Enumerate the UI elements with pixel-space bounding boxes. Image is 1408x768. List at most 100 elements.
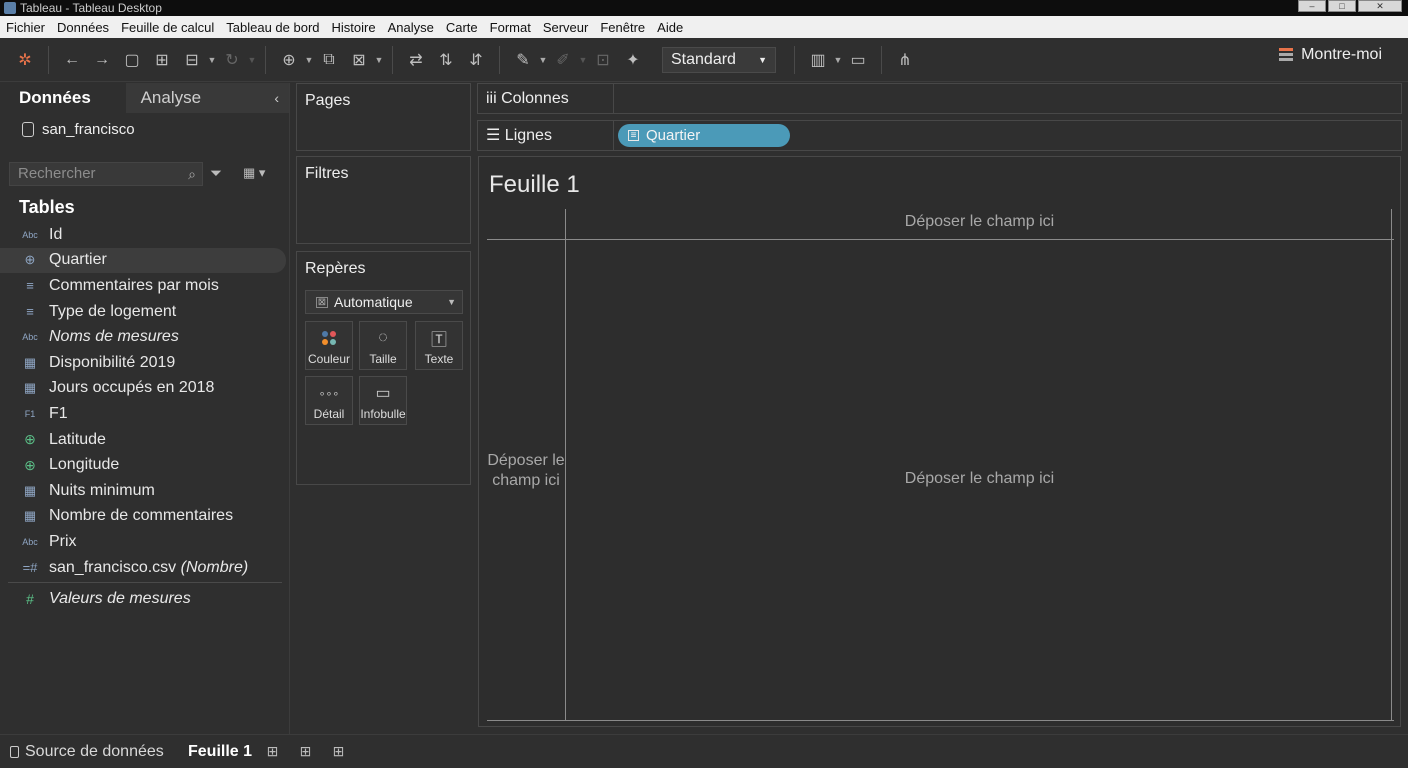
drop-zone-view[interactable]: Déposer le champ ici xyxy=(565,470,1394,488)
field-noms-de-mesures[interactable]: Abc Noms de mesures xyxy=(0,324,290,350)
field-longitude[interactable]: ⊕ Longitude xyxy=(0,452,290,478)
field-jours-occupes-2018[interactable]: ▦ Jours occupés en 2018 xyxy=(0,376,290,402)
field-commentaires-par-mois[interactable]: ≡ Commentaires par mois xyxy=(0,273,290,299)
menu-carte[interactable]: Carte xyxy=(440,20,484,35)
filter-icon[interactable]: ⏷ xyxy=(210,165,222,182)
swap-rows-columns-icon[interactable]: ⇄ xyxy=(401,45,431,75)
collapse-pane-icon[interactable]: ‹ xyxy=(274,83,279,113)
save-icon[interactable]: ▢ xyxy=(117,45,147,75)
table-icon: ▦ xyxy=(23,354,37,370)
menu-donnees[interactable]: Données xyxy=(51,20,115,35)
maximize-button[interactable]: □ xyxy=(1328,0,1356,12)
size-icon: ◌ xyxy=(378,329,388,346)
mark-type-select[interactable]: ⊠ Automatique ▼ xyxy=(305,290,463,314)
field-nuits-minimum[interactable]: ▦ Nuits minimum xyxy=(0,478,290,504)
show-me-button[interactable]: Montre-moi xyxy=(1279,46,1382,64)
tab-donnees[interactable]: Données xyxy=(0,83,126,113)
pages-card[interactable]: Pages xyxy=(296,83,471,151)
color-button[interactable]: Couleur xyxy=(305,321,353,370)
pages-title: Pages xyxy=(305,92,351,109)
field-type-de-logement[interactable]: ≡ Type de logement xyxy=(0,299,290,325)
new-story-icon[interactable]: ⊞ xyxy=(322,743,355,760)
menu-fichier[interactable]: Fichier xyxy=(0,20,51,35)
field-label: Nuits minimum xyxy=(49,481,155,499)
menu-analyse[interactable]: Analyse xyxy=(382,20,440,35)
worksheet-canvas[interactable]: Feuille 1 Déposer le champ ici Déposer l… xyxy=(478,156,1401,727)
sheet-tab[interactable]: Feuille 1 xyxy=(178,743,256,761)
field-f1[interactable]: F1 F1 xyxy=(0,401,290,427)
close-button[interactable]: ✕ xyxy=(1358,0,1402,12)
new-worksheet-icon[interactable]: ⊞ xyxy=(256,743,289,760)
fit-select[interactable]: Standard ▼ xyxy=(662,46,776,73)
group-caret-icon[interactable]: ▼ xyxy=(578,55,588,65)
field-nombre-de-commentaires[interactable]: ▦ Nombre de commentaires xyxy=(0,504,290,530)
show-cards-caret-icon[interactable]: ▼ xyxy=(833,55,843,65)
clear-sheet-caret-icon[interactable]: ▼ xyxy=(374,55,384,65)
show-mark-labels-icon[interactable]: ⊡ xyxy=(588,45,618,75)
show-me-icon xyxy=(1279,48,1294,62)
datasource-name: san_francisco xyxy=(42,121,135,138)
size-button[interactable]: ◌ Taille xyxy=(359,321,407,370)
field-suffix: (Nombre) xyxy=(180,558,249,576)
fix-axes-icon[interactable]: ✦ xyxy=(618,45,648,75)
undo-icon[interactable]: ← xyxy=(57,45,87,75)
pause-updates-caret-icon[interactable]: ▼ xyxy=(207,55,217,65)
sheet-title[interactable]: Feuille 1 xyxy=(489,171,580,199)
clear-sheet-icon[interactable]: ⊠ xyxy=(344,45,374,75)
field-label: Latitude xyxy=(49,430,106,448)
sort-descending-icon[interactable]: ⇵ xyxy=(461,45,491,75)
share-icon[interactable]: ⋔ xyxy=(890,45,920,75)
rows-label: Lignes xyxy=(504,127,552,144)
menu-feuille-de-calcul[interactable]: Feuille de calcul xyxy=(115,20,220,35)
menu-aide[interactable]: Aide xyxy=(651,20,689,35)
duplicate-sheet-icon[interactable]: ⧉ xyxy=(314,45,344,75)
menu-serveur[interactable]: Serveur xyxy=(537,20,595,35)
field-san-francisco-csv-nombre[interactable]: =# san_francisco.csv (Nombre) xyxy=(0,555,290,581)
sort-ascending-icon[interactable]: ⇅ xyxy=(431,45,461,75)
columns-shelf[interactable]: iii Colonnes xyxy=(477,83,1402,114)
window-title: Tableau - Tableau Desktop xyxy=(20,1,162,15)
new-datasource-icon[interactable]: ⊞ xyxy=(147,45,177,75)
search-placeholder: Rechercher xyxy=(18,165,96,182)
detail-button[interactable]: ∘∘∘ Détail xyxy=(305,376,353,425)
new-dashboard-icon[interactable]: ⊞ xyxy=(289,743,322,760)
tooltip-label: Infobulle xyxy=(360,407,406,421)
field-latitude[interactable]: ⊕ Latitude xyxy=(0,427,290,453)
field-disponibilite-2019[interactable]: ▦ Disponibilité 2019 xyxy=(0,350,290,376)
show-cards-icon[interactable]: ▥ xyxy=(803,45,833,75)
quartier-pill[interactable]: ≡ Quartier xyxy=(618,124,790,147)
minimize-button[interactable]: – xyxy=(1298,0,1326,12)
search-input[interactable]: Rechercher ⌕ xyxy=(9,162,203,186)
filters-card[interactable]: Filtres xyxy=(296,156,471,244)
drop-zone-rows[interactable]: Déposer le champ ici xyxy=(487,451,565,491)
menu-histoire[interactable]: Histoire xyxy=(326,20,382,35)
field-quartier[interactable]: ⊕ Quartier xyxy=(0,247,286,274)
pause-updates-icon[interactable]: ⊟ xyxy=(177,45,207,75)
drop-zone-columns[interactable]: Déposer le champ ici xyxy=(565,213,1394,231)
text-button[interactable]: 🅃 Texte xyxy=(415,321,463,370)
datasource-item[interactable]: san_francisco xyxy=(22,121,135,138)
tooltip-button[interactable]: ▭ Infobulle xyxy=(359,376,407,425)
field-prix[interactable]: Abc Prix xyxy=(0,529,290,555)
field-label: san_francisco.csv xyxy=(49,558,177,576)
view-options-icon[interactable]: ▦ ▾ xyxy=(243,165,265,181)
highlight-icon[interactable]: ✎ xyxy=(508,45,538,75)
rows-shelf[interactable]: ☰ Lignes ≡ Quartier xyxy=(477,120,1402,151)
presentation-mode-icon[interactable]: ▭ xyxy=(843,45,873,75)
field-label: Longitude xyxy=(49,456,120,474)
redo-icon[interactable]: → xyxy=(87,45,117,75)
field-id[interactable]: Abc Id xyxy=(0,222,290,248)
new-worksheet-icon[interactable]: ⊕ xyxy=(274,45,304,75)
field-valeurs-de-mesures[interactable]: # Valeurs de mesures xyxy=(0,586,290,612)
group-members-icon[interactable]: ✐ xyxy=(548,45,578,75)
tab-analyse[interactable]: Analyse ‹ xyxy=(125,83,289,113)
datasource-tab[interactable]: Source de données xyxy=(0,743,178,761)
tableau-logo-icon[interactable]: ✲ xyxy=(10,45,40,75)
menu-tableau-de-bord[interactable]: Tableau de bord xyxy=(220,20,325,35)
refresh-caret-icon[interactable]: ▼ xyxy=(247,55,257,65)
highlight-caret-icon[interactable]: ▼ xyxy=(538,55,548,65)
menu-fenetre[interactable]: Fenêtre xyxy=(594,20,651,35)
menu-format[interactable]: Format xyxy=(484,20,537,35)
refresh-icon[interactable]: ↻ xyxy=(217,45,247,75)
new-worksheet-caret-icon[interactable]: ▼ xyxy=(304,55,314,65)
